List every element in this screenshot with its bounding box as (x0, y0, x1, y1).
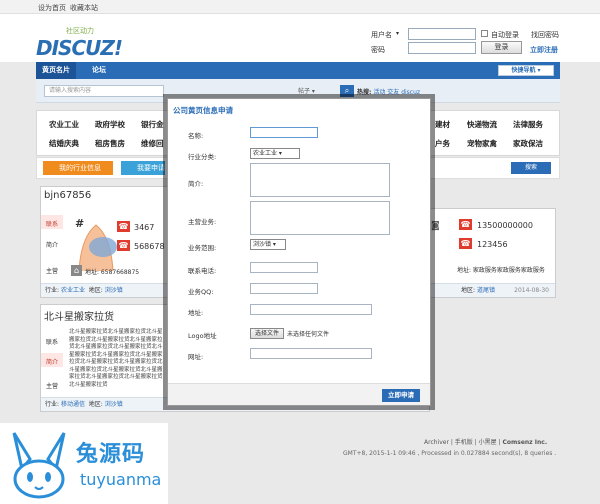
set-homepage-link[interactable]: 设为首页 (38, 3, 66, 13)
qq-input[interactable] (250, 283, 318, 294)
website-input[interactable] (250, 348, 372, 359)
home-icon: ⌂ (71, 265, 82, 276)
main-label: 主营 (46, 268, 59, 275)
logo-slogan: 社区动力 (66, 27, 94, 35)
register-link[interactable]: 立即注册 (530, 45, 558, 55)
intro-label: 简介 (46, 242, 59, 249)
choose-file-button[interactable]: 选择文件 (250, 328, 284, 339)
phone-icon: ☎ (459, 238, 472, 249)
phone-number: 568678 (134, 242, 165, 251)
login-button[interactable]: 登录 (481, 41, 522, 54)
footer-stats: GMT+8, 2015-1-1 09:46 , Processed in 0.0… (343, 450, 557, 457)
header: 社区动力 DISCUZ! 用户名 ▾ 自动登录 找回密码 密码 登录 立即注册 (0, 14, 600, 62)
comsenz-link[interactable]: Comsenz Inc. (502, 439, 547, 446)
name-input[interactable] (250, 127, 318, 138)
watermark-text: 兔源码 (76, 442, 146, 467)
address-input[interactable] (250, 304, 372, 315)
dialog-title: 公司黄页信息申请 (173, 106, 233, 115)
username-input[interactable] (408, 28, 476, 40)
phone-number: 123456 (477, 240, 508, 249)
password-label: 密码 (371, 46, 385, 54)
region-link[interactable]: 道尾镇 (477, 287, 495, 294)
category-link[interactable]: 结婚庆典 (49, 138, 79, 149)
phone-number: 13500000000 (477, 221, 533, 230)
quick-nav-button[interactable]: 快捷导航 ▾ (498, 65, 554, 76)
category-link[interactable]: 快递物流 (467, 119, 497, 130)
industry-link[interactable]: 移动通信 (61, 401, 85, 408)
auto-login-label: 自动登录 (491, 31, 519, 39)
chevron-down-icon[interactable]: ▾ (396, 30, 399, 37)
phone-number: 3467 (134, 223, 155, 232)
name-label: 名称: (188, 132, 204, 140)
submit-application-button[interactable]: 立即申请 (382, 389, 420, 402)
apply-tab[interactable]: 我要申请 (121, 161, 165, 175)
address-label: 地址: (188, 309, 204, 317)
main-business-textarea[interactable] (250, 201, 390, 235)
top-bar: 设为首页 收藏本站 (0, 0, 600, 14)
card-title[interactable]: bjn67856 (44, 190, 91, 201)
nav-item-forum[interactable]: 论坛 (86, 62, 112, 79)
find-password-link[interactable]: 找回密码 (531, 30, 559, 40)
svg-text:#: # (75, 217, 84, 230)
industry-label: 行业分类: (188, 153, 217, 161)
category-link[interactable]: 家政保洁 (513, 138, 543, 149)
apply-dialog: 公司黄页信息申请 名称: 行业分类: 农业工业 ▾ 简介: 主营业务: 业务范围… (167, 98, 431, 406)
industry-link[interactable]: 农业工业 (61, 287, 85, 294)
blackroom-link[interactable]: 小黑屋 (479, 439, 497, 446)
search-input[interactable]: 请输入搜索内容 (44, 85, 164, 97)
mobile-link[interactable]: 手机版 (455, 439, 473, 446)
region-link[interactable]: 浏沙镇 (105, 401, 123, 408)
search-button[interactable]: 搜索 (511, 162, 551, 174)
category-link[interactable]: 租房售房 (95, 138, 125, 149)
nav-item-yellow-pages[interactable]: 黄页名片 (36, 62, 76, 79)
archiver-link[interactable]: Archiver (424, 439, 449, 446)
phone-icon: ☎ (117, 240, 130, 251)
address: 地址: 家政服务家政服务家政服务 (457, 267, 545, 274)
watermark-subtext: tuyuanma (80, 470, 162, 489)
category-link[interactable]: 法律服务 (513, 119, 543, 130)
main-business-label: 主营业务: (188, 218, 217, 226)
category-link[interactable]: 宠物家禽 (467, 138, 497, 149)
category-link[interactable]: 建材 (435, 119, 450, 130)
category-link[interactable]: 政府学校 (95, 119, 125, 130)
my-industry-tab[interactable]: 我的行业信息 (43, 161, 113, 175)
username-label: 用户名 (371, 31, 392, 39)
website-label: 网址: (188, 353, 204, 361)
contact-label: 联系 (46, 339, 59, 346)
intro-label: 简介: (188, 180, 204, 188)
address: 地址: 6587668875 (85, 269, 140, 276)
site-logo[interactable]: DISCUZ! (36, 36, 123, 60)
intro-textarea[interactable] (250, 163, 390, 197)
dialog-footer: 立即申请 (168, 383, 430, 405)
auto-login-checkbox[interactable] (481, 30, 488, 37)
phone-icon: ☎ (459, 219, 472, 230)
intro-label: 简介 (46, 359, 59, 366)
phone-input[interactable] (250, 262, 318, 273)
phone-label: 联系电话: (188, 267, 217, 275)
qq-label: 业务QQ: (188, 288, 214, 296)
main-nav: 黄页名片 论坛 快捷导航 ▾ (36, 62, 560, 79)
category-link[interactable]: 银行金 (141, 119, 164, 130)
phone-icon: ☎ (117, 221, 130, 232)
service-area-label: 业务范围: (188, 244, 217, 252)
industry-select[interactable]: 农业工业 ▾ (250, 148, 300, 159)
category-link[interactable]: 维修回 (141, 138, 164, 149)
footer-links: Archiver | 手机版 | 小黑屋 | Comsenz Inc. (424, 439, 548, 446)
category-link[interactable]: 农业工业 (49, 119, 79, 130)
region-link[interactable]: 浏沙镇 (105, 287, 123, 294)
card-title[interactable]: 北斗星搬家拉货 (44, 308, 114, 323)
service-area-select[interactable]: 浏沙镇 ▾ (250, 239, 286, 250)
main-label: 主营 (46, 383, 59, 390)
category-link[interactable]: 户务 (435, 138, 450, 149)
password-input[interactable] (408, 42, 476, 54)
bookmark-link[interactable]: 收藏本站 (70, 3, 98, 13)
file-status: 未选择任何文件 (287, 331, 330, 338)
contact-label: 联系 (46, 221, 59, 228)
logo-label: Logo地址 (188, 332, 217, 340)
rabbit-logo-icon (12, 432, 66, 499)
post-date: 2014-08-30 (514, 287, 549, 294)
